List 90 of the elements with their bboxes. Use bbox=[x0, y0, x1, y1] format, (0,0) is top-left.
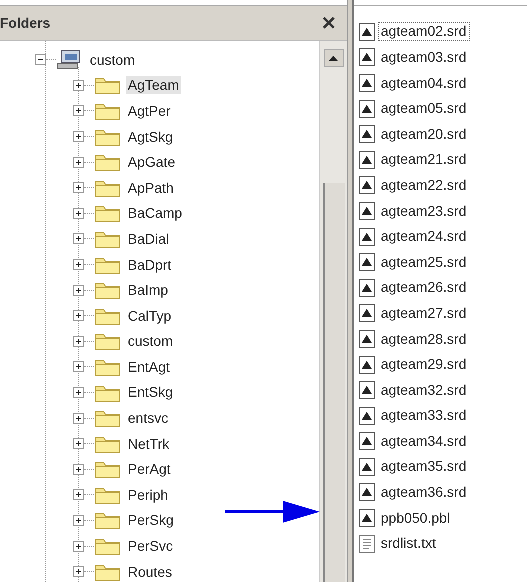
file-icon bbox=[358, 47, 376, 68]
file-icon bbox=[358, 354, 376, 375]
tree-item[interactable]: entsvc bbox=[126, 409, 170, 428]
tree-item[interactable]: AgtSkg bbox=[126, 128, 176, 146]
file-item[interactable]: agteam27.srd bbox=[378, 304, 470, 323]
expand-toggle[interactable] bbox=[73, 540, 84, 552]
file-item[interactable]: agteam04.srd bbox=[378, 74, 470, 92]
expand-toggle[interactable] bbox=[73, 80, 84, 91]
file-icon bbox=[358, 303, 376, 324]
file-item[interactable]: agteam32.srd bbox=[378, 380, 470, 400]
file-icon bbox=[358, 456, 376, 477]
file-item[interactable]: agteam34.srd bbox=[378, 432, 470, 451]
file-icon bbox=[358, 406, 376, 426]
file-icon bbox=[358, 124, 376, 144]
file-item[interactable]: agteam28.srd bbox=[378, 330, 470, 348]
up-arrow-icon bbox=[329, 56, 338, 60]
file-icon bbox=[358, 175, 376, 196]
expand-toggle[interactable] bbox=[73, 489, 84, 500]
file-icon bbox=[358, 508, 376, 528]
file-item[interactable]: agteam26.srd bbox=[378, 278, 470, 298]
file-item[interactable]: agteam23.srd bbox=[378, 202, 470, 220]
file-item[interactable]: agteam25.srd bbox=[378, 252, 470, 272]
tree-item[interactable]: EntSkg bbox=[126, 383, 176, 402]
close-button[interactable] bbox=[323, 17, 335, 29]
expand-toggle[interactable] bbox=[73, 259, 84, 270]
file-item[interactable]: agteam22.srd bbox=[378, 176, 470, 195]
file-icon bbox=[358, 200, 376, 221]
file-icon bbox=[358, 226, 376, 247]
file-item[interactable]: agteam20.srd bbox=[378, 124, 470, 144]
file-item[interactable]: agteam36.srd bbox=[378, 483, 470, 502]
tree-item[interactable]: Periph bbox=[126, 486, 170, 504]
file-icon bbox=[358, 252, 376, 272]
file-item[interactable]: ppb050.pbl bbox=[378, 508, 454, 528]
file-icon bbox=[358, 98, 376, 119]
expand-toggle[interactable] bbox=[73, 336, 84, 347]
expand-toggle[interactable] bbox=[73, 105, 84, 116]
expand-toggle[interactable] bbox=[73, 233, 84, 244]
expand-toggle[interactable] bbox=[73, 310, 84, 322]
file-icon bbox=[358, 150, 376, 170]
scroll-thumb[interactable] bbox=[322, 183, 344, 582]
scroll-up-button[interactable] bbox=[324, 49, 344, 67]
tree-item[interactable]: custom bbox=[126, 332, 176, 350]
file-icon bbox=[358, 22, 376, 42]
expand-toggle[interactable] bbox=[73, 361, 84, 372]
tree-item[interactable]: BaDial bbox=[126, 230, 172, 248]
file-item[interactable]: srdlist.txt bbox=[378, 534, 440, 554]
expand-toggle[interactable] bbox=[73, 464, 84, 475]
expand-toggle[interactable] bbox=[73, 182, 84, 194]
pane-title: Folders bbox=[0, 14, 51, 32]
file-icon bbox=[358, 328, 376, 349]
tree-item[interactable]: AgtPer bbox=[126, 102, 173, 120]
file-item[interactable]: agteam33.srd bbox=[378, 406, 470, 426]
expand-toggle[interactable] bbox=[73, 387, 84, 398]
file-item[interactable]: agteam21.srd bbox=[378, 150, 470, 170]
file-icon bbox=[358, 72, 376, 93]
expand-toggle[interactable] bbox=[73, 566, 84, 578]
expand-toggle[interactable] bbox=[73, 412, 84, 424]
file-item[interactable]: agteam24.srd bbox=[378, 227, 470, 246]
tree-item[interactable]: ApGate bbox=[126, 153, 178, 172]
tree-item[interactable]: custom bbox=[88, 50, 138, 69]
expand-toggle[interactable] bbox=[73, 156, 84, 168]
tree-item[interactable]: CalTyp bbox=[126, 306, 174, 325]
file-item[interactable]: agteam02.srd bbox=[378, 22, 470, 42]
file-icon bbox=[358, 380, 376, 400]
tree-item[interactable]: Routes bbox=[126, 562, 174, 581]
tree-item[interactable]: PerSvc bbox=[126, 537, 176, 556]
text-file-icon bbox=[358, 534, 376, 554]
close-icon bbox=[323, 17, 335, 29]
expand-toggle[interactable] bbox=[73, 514, 84, 526]
collapse-toggle[interactable] bbox=[35, 54, 46, 66]
file-icon bbox=[358, 431, 376, 452]
expand-toggle[interactable] bbox=[73, 208, 84, 219]
tree-item[interactable]: EntAgt bbox=[126, 358, 172, 376]
tree-item[interactable]: PerSkg bbox=[126, 511, 176, 530]
tree-item[interactable]: BaImp bbox=[126, 281, 170, 300]
tree-item[interactable]: BaCamp bbox=[126, 204, 184, 222]
file-item[interactable]: agteam29.srd bbox=[378, 355, 470, 374]
file-item[interactable]: agteam05.srd bbox=[378, 99, 470, 118]
file-item[interactable]: agteam03.srd bbox=[378, 48, 470, 67]
tree-item[interactable]: AgTeam bbox=[126, 76, 182, 94]
file-item[interactable]: agteam35.srd bbox=[378, 457, 470, 476]
tree-item[interactable]: BaDprt bbox=[126, 256, 174, 274]
expand-toggle[interactable] bbox=[73, 284, 84, 296]
tree-item[interactable]: PerAgt bbox=[126, 460, 173, 478]
file-icon bbox=[358, 278, 376, 298]
file-icon bbox=[358, 482, 376, 502]
expand-toggle[interactable] bbox=[73, 131, 84, 142]
expand-toggle[interactable] bbox=[73, 438, 84, 450]
tree-item[interactable]: NetTrk bbox=[126, 434, 172, 453]
tree-item[interactable]: ApPath bbox=[126, 178, 176, 197]
